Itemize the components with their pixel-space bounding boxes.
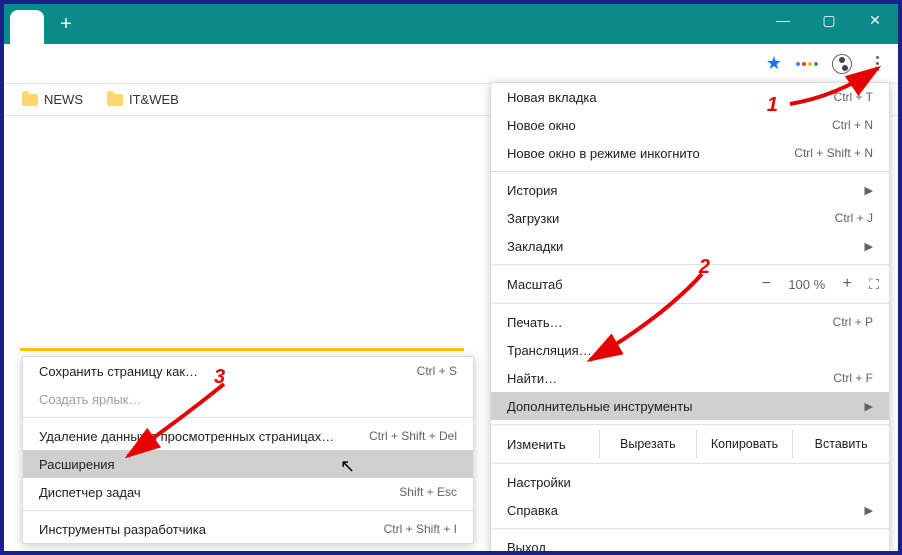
menu-separator (23, 510, 473, 511)
submenu-task-manager[interactable]: Диспетчер задач Shift + Esc (23, 478, 473, 506)
submenu-clear-browsing-data[interactable]: Удаление данных о просмотренных страница… (23, 422, 473, 450)
window-controls: — ▢ ✕ (760, 4, 898, 36)
menu-downloads[interactable]: Загрузки Ctrl + J (491, 204, 889, 232)
menu-separator (491, 424, 889, 425)
folder-icon (107, 94, 123, 106)
menu-bookmarks[interactable]: Закладки ▶ (491, 232, 889, 260)
fullscreen-button[interactable]: ⛶ (869, 276, 879, 293)
decorative-strip (20, 348, 464, 351)
edit-cut-button[interactable]: Вырезать (599, 429, 696, 459)
submenu-arrow-icon: ▶ (865, 240, 873, 253)
menu-separator (491, 171, 889, 172)
active-tab[interactable] (10, 10, 44, 44)
cursor-icon: ↖ (340, 456, 355, 477)
menu-separator (491, 303, 889, 304)
menu-find[interactable]: Найти… Ctrl + F (491, 364, 889, 392)
minimize-button[interactable]: — (760, 4, 806, 36)
bookmark-folder-itweb[interactable]: IT&WEB (107, 92, 179, 107)
more-menu-button[interactable] (866, 53, 888, 75)
titlebar: + — ▢ ✕ (4, 4, 898, 44)
menu-history[interactable]: История ▶ (491, 176, 889, 204)
menu-separator (491, 463, 889, 464)
toolbar: ★ (4, 44, 898, 84)
menu-cast[interactable]: Трансляция… (491, 336, 889, 364)
submenu-create-shortcut[interactable]: Создать ярлык… (23, 385, 473, 413)
submenu-arrow-icon: ▶ (865, 504, 873, 517)
menu-settings[interactable]: Настройки (491, 468, 889, 496)
zoom-value: 100 % (788, 277, 825, 292)
submenu-dev-tools[interactable]: Инструменты разработчика Ctrl + Shift + … (23, 515, 473, 543)
annotation-number-3: 3 (214, 366, 225, 389)
menu-new-window[interactable]: Новое окно Ctrl + N (491, 111, 889, 139)
maximize-button[interactable]: ▢ (806, 4, 852, 36)
menu-exit[interactable]: Выход (491, 533, 889, 555)
submenu-arrow-icon: ▶ (865, 400, 873, 413)
bookmark-label: NEWS (44, 92, 83, 107)
annotation-number-2: 2 (699, 256, 710, 279)
menu-incognito[interactable]: Новое окно в режиме инкогнито Ctrl + Shi… (491, 139, 889, 167)
menu-help[interactable]: Справка ▶ (491, 496, 889, 524)
new-tab-button[interactable]: + (52, 10, 80, 38)
menu-more-tools[interactable]: Дополнительные инструменты ▶ (491, 392, 889, 420)
zoom-out-button[interactable]: − (756, 275, 776, 293)
bookmark-star-icon[interactable]: ★ (766, 53, 782, 74)
close-button[interactable]: ✕ (852, 4, 898, 36)
bookmark-folder-news[interactable]: NEWS (22, 92, 83, 107)
menu-zoom: Масштаб − 100 % + ⛶ (491, 269, 889, 299)
menu-separator (491, 528, 889, 529)
menu-separator (23, 417, 473, 418)
more-tools-submenu: Сохранить страницу как… Ctrl + S Создать… (22, 356, 474, 544)
edit-copy-button[interactable]: Копировать (696, 429, 793, 459)
submenu-save-page[interactable]: Сохранить страницу как… Ctrl + S (23, 357, 473, 385)
bookmark-label: IT&WEB (129, 92, 179, 107)
browser-window: + — ▢ ✕ ★ NEWS IT&WEB Новая вкладка (0, 0, 902, 555)
folder-icon (22, 94, 38, 106)
profile-icon[interactable] (832, 54, 852, 74)
submenu-extensions[interactable]: Расширения (23, 450, 473, 478)
submenu-arrow-icon: ▶ (865, 184, 873, 197)
menu-separator (491, 264, 889, 265)
menu-print[interactable]: Печать… Ctrl + P (491, 308, 889, 336)
menu-edit: Изменить Вырезать Копировать Вставить (491, 429, 889, 459)
extension-icon[interactable] (796, 62, 818, 66)
zoom-in-button[interactable]: + (837, 275, 857, 293)
chrome-main-menu: Новая вкладка Ctrl + T Новое окно Ctrl +… (490, 82, 890, 555)
annotation-number-1: 1 (767, 94, 778, 117)
menu-new-tab[interactable]: Новая вкладка Ctrl + T (491, 83, 889, 111)
edit-paste-button[interactable]: Вставить (792, 429, 889, 459)
